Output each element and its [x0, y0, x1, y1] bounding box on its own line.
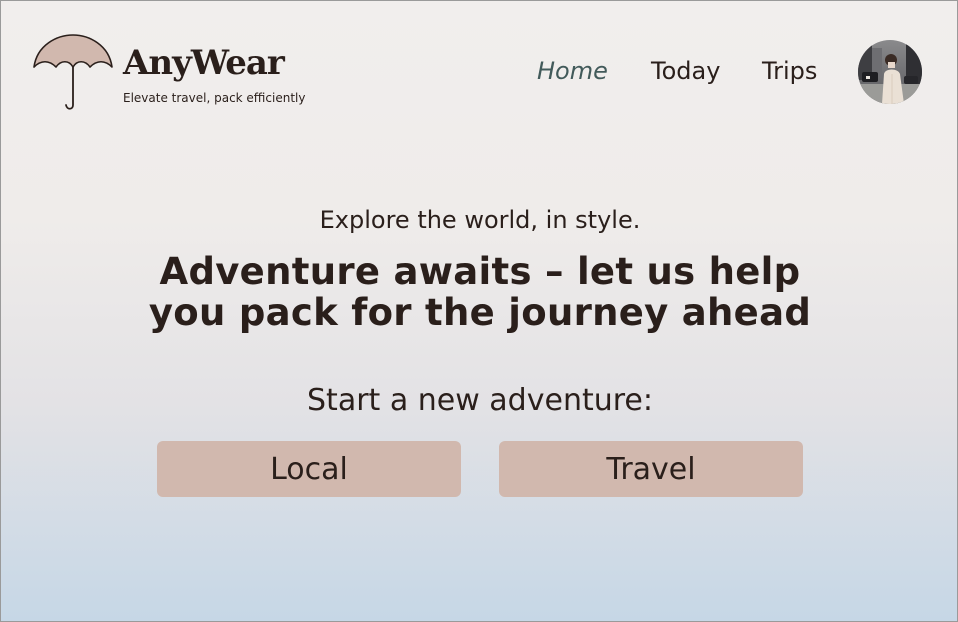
- brand-logo[interactable]: AnyWear Elevate travel, pack efficiently: [31, 33, 321, 113]
- user-avatar[interactable]: [858, 40, 922, 104]
- hero-title: Adventure awaits – let us help you pack …: [148, 250, 812, 334]
- avatar-photo: [858, 40, 922, 104]
- local-button[interactable]: Local: [157, 441, 461, 497]
- brand-tagline: Elevate travel, pack efficiently: [123, 91, 306, 105]
- nav-item-trips[interactable]: Trips: [762, 57, 817, 85]
- local-button-label: Local: [270, 451, 348, 487]
- nav-item-home[interactable]: Home: [537, 57, 608, 85]
- travel-button[interactable]: Travel: [499, 441, 803, 497]
- travel-button-label: Travel: [606, 451, 696, 487]
- app-window: AnyWear Elevate travel, pack efficiently…: [0, 0, 958, 622]
- nav-item-today[interactable]: Today: [651, 57, 720, 85]
- brand-name: AnyWear: [123, 43, 285, 83]
- hero-subtitle: Explore the world, in style.: [319, 206, 641, 234]
- umbrella-icon: [33, 34, 113, 110]
- site-header: AnyWear Elevate travel, pack efficiently…: [1, 1, 957, 131]
- start-adventure-label: Start a new adventure:: [307, 383, 653, 418]
